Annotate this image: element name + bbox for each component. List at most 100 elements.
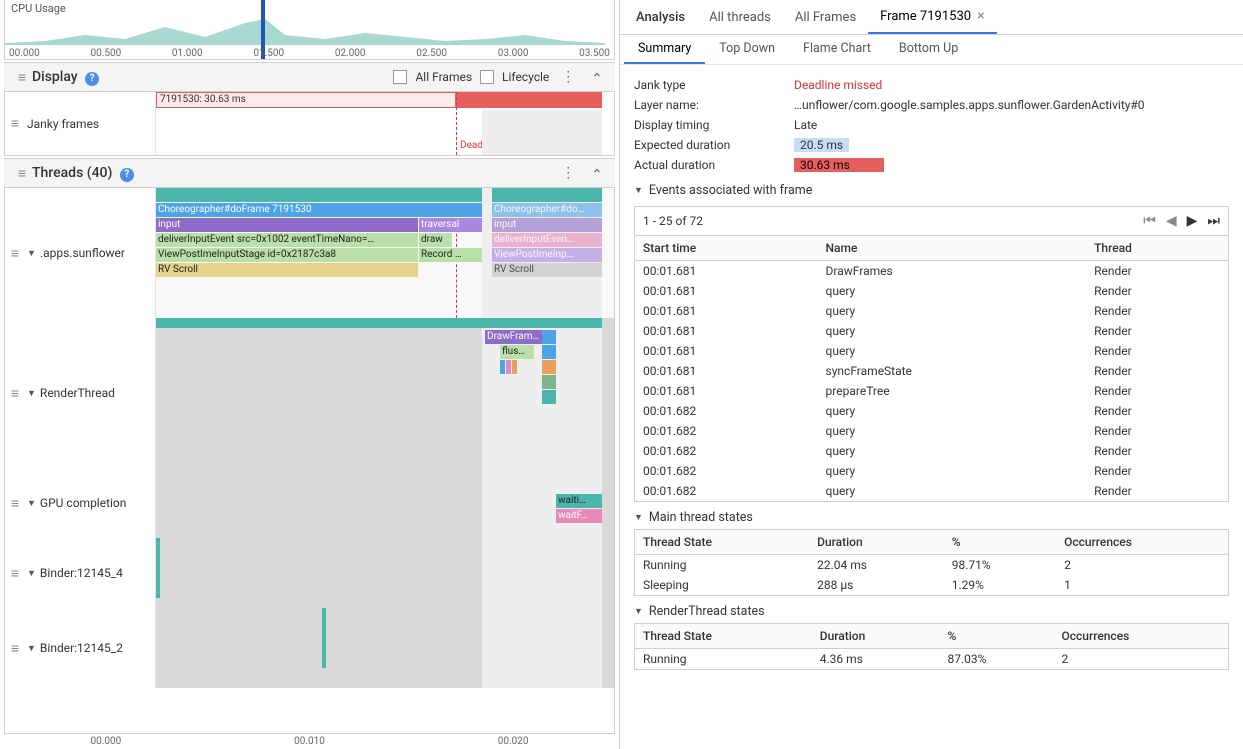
jank-type-key: Jank type	[634, 78, 794, 92]
trace-bar[interactable]: waiti…	[556, 494, 602, 508]
subtab-summary[interactable]: Summary	[624, 35, 705, 64]
trace-bar[interactable]: input	[156, 218, 418, 232]
drag-handle-icon[interactable]: ≡	[5, 608, 25, 688]
lifecycle-checkbox[interactable]	[480, 70, 494, 84]
events-section-title: Events associated with frame	[649, 183, 812, 198]
pager-next-icon[interactable]: ▶	[1187, 213, 1198, 229]
trace-bar[interactable]: deliverInputEvent src=0x1002 eventTimeNa…	[156, 233, 418, 247]
deadline-line	[456, 92, 457, 155]
trace-bar[interactable]: ViewPostImeInputStage id=0x2187c3a8	[156, 248, 418, 262]
drag-handle-icon[interactable]: ≡	[12, 165, 32, 182]
display-timing-key: Display timing	[634, 118, 794, 132]
actual-duration-key: Actual duration	[634, 158, 794, 172]
expected-duration-value: 20.5 ms	[794, 138, 849, 152]
table-row[interactable]: 00:01.682queryRender	[635, 481, 1229, 502]
table-row[interactable]: Running4.36 ms87.03%2	[635, 649, 1229, 670]
table-row[interactable]: 00:01.682queryRender	[635, 401, 1229, 421]
chevron-up-icon[interactable]: ⌄	[587, 163, 607, 183]
pager-prev-icon: ◀	[1166, 213, 1177, 229]
table-row[interactable]: 00:01.681queryRender	[635, 341, 1229, 361]
trace-bar[interactable]: input	[492, 218, 602, 232]
display-title: Display	[32, 69, 78, 85]
trace-bar[interactable]: Choreographer#doFrame 7191530	[156, 203, 482, 217]
janky-overflow-bar[interactable]	[456, 92, 602, 108]
table-row[interactable]: Running22.04 ms98.71%2	[635, 555, 1229, 576]
info-icon[interactable]: ?	[85, 72, 99, 86]
analysis-tabs: Analysis All threads All Frames Frame 71…	[620, 0, 1243, 35]
threads-title: Threads (40)	[32, 165, 112, 181]
col-name[interactable]: Name	[818, 236, 1087, 261]
col-thread[interactable]: Thread	[1086, 236, 1228, 261]
display-header: ≡ Display ? All Frames Lifecycle ⋮ ⌄	[4, 62, 615, 92]
table-row[interactable]: 00:01.681prepareTreeRender	[635, 381, 1229, 401]
more-icon[interactable]: ⋮	[557, 67, 579, 87]
table-row[interactable]: 00:01.681queryRender	[635, 301, 1229, 321]
trace-bar[interactable]: deliverInputEven…	[492, 233, 602, 247]
time-ruler: 00.00000.01000.020	[4, 733, 615, 749]
tab-analysis: Analysis	[624, 2, 697, 33]
subtab-topdown[interactable]: Top Down	[705, 35, 789, 64]
trace-bar[interactable]: DrawFram…	[485, 330, 545, 344]
trace-bar[interactable]	[492, 188, 602, 202]
trace-bar[interactable]: RV Scroll	[156, 263, 418, 277]
table-row[interactable]: 00:01.682queryRender	[635, 421, 1229, 441]
expander-icon[interactable]: ▼	[27, 388, 36, 399]
drag-handle-icon[interactable]: ≡	[5, 538, 25, 608]
tab-frame[interactable]: Frame 7191530×	[868, 0, 996, 34]
expander-icon[interactable]: ▼	[27, 498, 36, 509]
thread-label: RenderThread	[40, 386, 115, 400]
trace-bar[interactable]: draw	[419, 233, 452, 247]
tab-all-frames[interactable]: All Frames	[783, 2, 868, 33]
table-row[interactable]: 00:01.682queryRender	[635, 441, 1229, 461]
expander-icon[interactable]: ▼	[27, 248, 36, 259]
expander-icon[interactable]: ▼	[634, 185, 643, 196]
table-row[interactable]: 00:01.681DrawFramesRender	[635, 261, 1229, 282]
janky-frame-bar[interactable]: 7191530: 30.63 ms	[156, 92, 456, 108]
events-pager: 1 - 25 of 72 ⏮ ◀ ▶ ⏭	[634, 206, 1229, 236]
all-frames-checkbox[interactable]	[393, 70, 407, 84]
tab-all-threads[interactable]: All threads	[697, 2, 783, 33]
drag-handle-icon[interactable]: ≡	[12, 69, 32, 86]
chevron-up-icon[interactable]: ⌄	[587, 67, 607, 87]
trace-bar[interactable]: Choreographer#do…	[492, 203, 602, 217]
lifecycle-label: Lifecycle	[502, 70, 549, 84]
table-row[interactable]: 00:01.681queryRender	[635, 321, 1229, 341]
drag-handle-icon[interactable]: ≡	[5, 468, 25, 538]
trace-bar[interactable]: Record …	[419, 248, 482, 262]
trace-bar[interactable]	[156, 318, 602, 328]
actual-duration-value: 30.63 ms	[794, 158, 884, 172]
display-timing-value: Late	[794, 118, 1229, 132]
render-states-table: Thread State Duration % Occurrences Runn…	[634, 623, 1229, 670]
cpu-usage-chart[interactable]: CPU Usage 00.00000.50001.00001.50002.000…	[4, 0, 615, 60]
subtab-bottomup[interactable]: Bottom Up	[885, 35, 972, 64]
trace-bar[interactable]: ViewPostImeInp…	[492, 248, 602, 262]
table-row[interactable]: 00:01.681queryRender	[635, 281, 1229, 301]
trace-bar[interactable]: traversal	[419, 218, 482, 232]
table-row[interactable]: 00:01.681syncFrameStateRender	[635, 361, 1229, 381]
trace-bar[interactable]	[156, 188, 482, 202]
main-states-title: Main thread states	[649, 510, 753, 525]
trace-bar[interactable]: flus…	[500, 345, 534, 359]
thread-label: Binder:12145_2	[40, 641, 123, 655]
table-row[interactable]: 00:01.682queryRender	[635, 461, 1229, 481]
drag-handle-icon[interactable]: ≡	[5, 318, 25, 468]
close-icon[interactable]: ×	[977, 8, 984, 24]
layer-name-key: Layer name:	[634, 98, 794, 112]
expander-icon[interactable]: ▼	[27, 643, 36, 654]
janky-frames-label: Janky frames	[25, 92, 155, 155]
trace-bar[interactable]: waitF…	[556, 509, 602, 523]
trace-bar[interactable]: RV Scroll	[492, 263, 602, 277]
more-icon[interactable]: ⋮	[557, 163, 579, 183]
col-start-time[interactable]: Start time	[635, 236, 818, 261]
expander-icon[interactable]: ▼	[27, 568, 36, 579]
expander-icon[interactable]: ▼	[634, 512, 643, 523]
drag-handle-icon[interactable]: ≡	[5, 92, 25, 155]
info-icon[interactable]: ?	[120, 168, 134, 182]
table-row[interactable]: Sleeping288 µs1.29%1	[635, 575, 1229, 596]
cpu-axis: 00.00000.50001.00001.50002.00002.50003.0…	[5, 48, 614, 59]
subtab-flame[interactable]: Flame Chart	[789, 35, 885, 64]
expander-icon[interactable]: ▼	[634, 606, 643, 617]
expected-duration-key: Expected duration	[634, 138, 794, 152]
pager-last-icon[interactable]: ⏭	[1207, 213, 1220, 229]
drag-handle-icon[interactable]: ≡	[5, 188, 25, 318]
